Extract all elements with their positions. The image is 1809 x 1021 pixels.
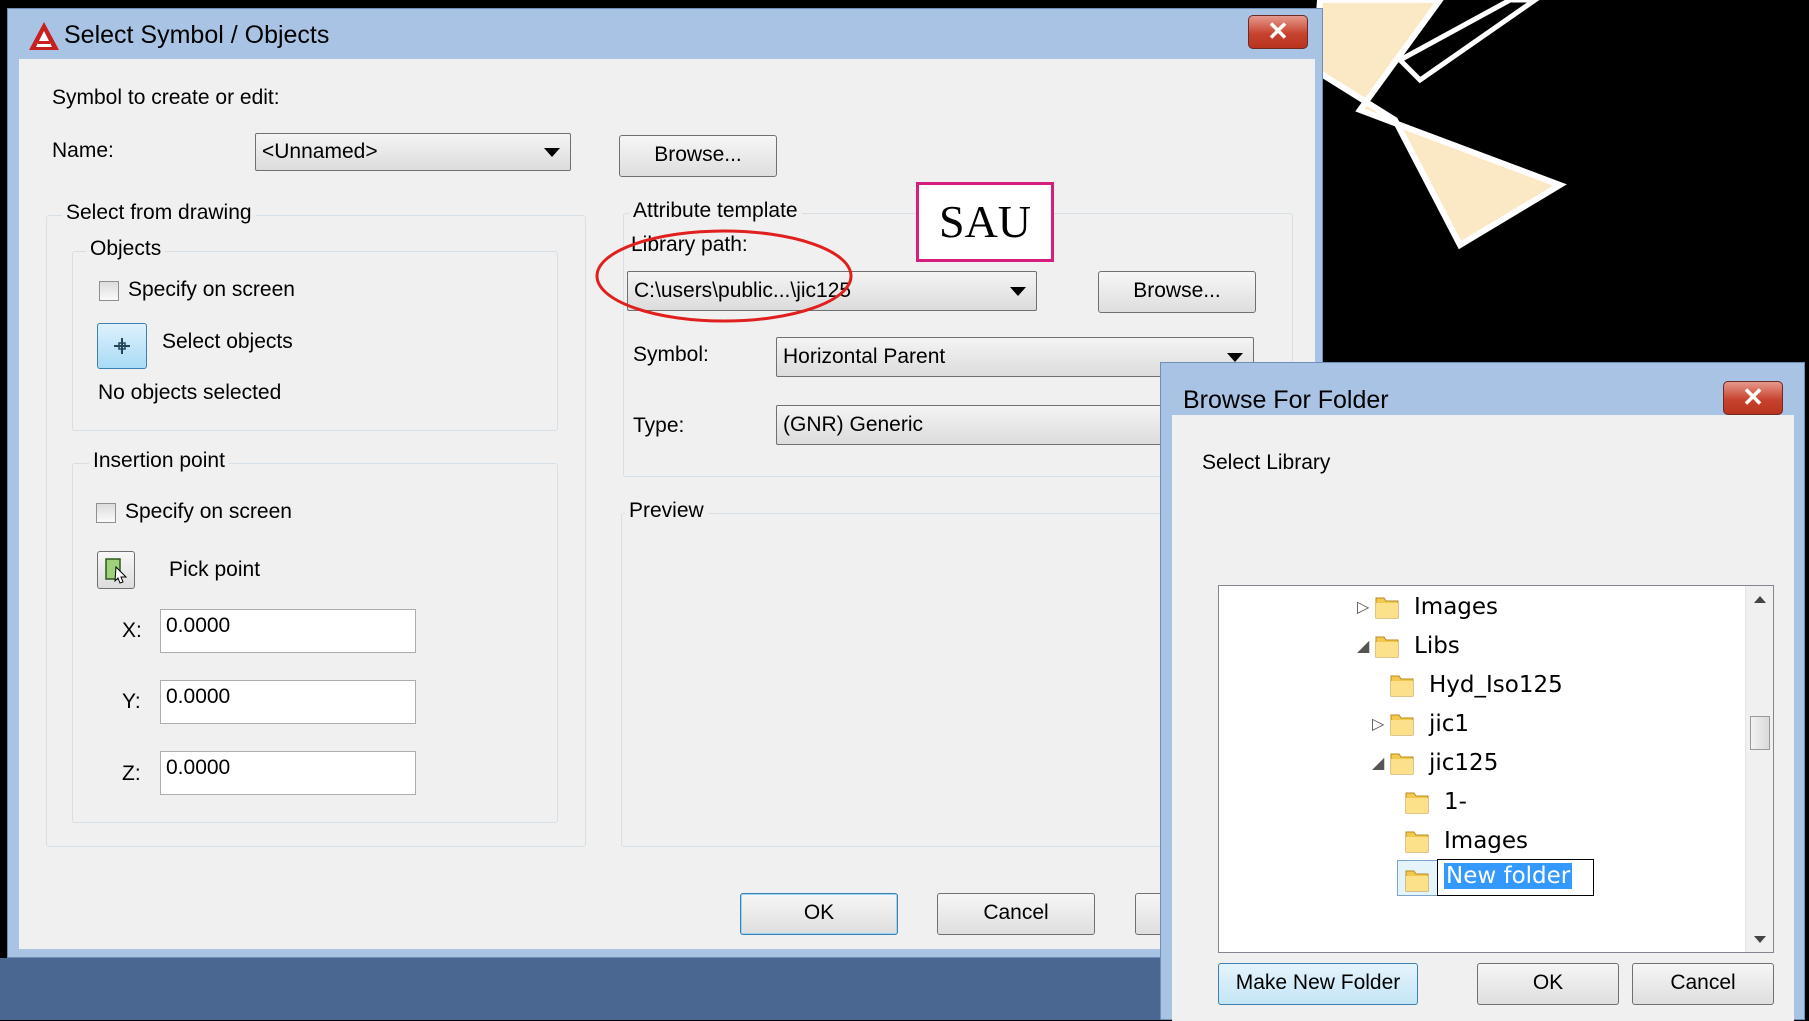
- y-field[interactable]: 0.0000: [160, 680, 416, 724]
- dialog-title: Select Symbol / Objects: [64, 21, 330, 49]
- insertion-point-title: Insertion point: [89, 449, 229, 473]
- pick-point-icon: [105, 558, 128, 584]
- folder-ok-label: OK: [1532, 971, 1564, 994]
- tree-label: Images: [1414, 594, 1499, 620]
- make-new-folder-button[interactable]: Make New Folder: [1218, 963, 1418, 1005]
- chevron-down-icon: [544, 148, 560, 157]
- insertion-specify-checkbox[interactable]: [96, 503, 116, 523]
- symbol-value: Horizontal Parent: [783, 345, 946, 368]
- folder-icon: [1390, 753, 1414, 775]
- collapse-icon[interactable]: ◢: [1372, 753, 1384, 772]
- pick-point-label: Pick point: [169, 558, 261, 581]
- tree-label: jic1: [1429, 711, 1470, 737]
- type-label: Type:: [633, 414, 685, 437]
- tree-label: Hyd_Iso125: [1429, 672, 1563, 698]
- objects-title: Objects: [86, 237, 166, 261]
- folder-icon: [1405, 870, 1429, 892]
- tree-row[interactable]: ◢ jic125: [1219, 742, 1739, 782]
- tree-scrollbar[interactable]: [1745, 586, 1773, 952]
- select-from-drawing-title: Select from drawing: [62, 201, 256, 225]
- tree-row[interactable]: Hyd_Iso125: [1219, 664, 1739, 704]
- folder-icon: [1405, 792, 1429, 814]
- z-label: Z:: [122, 762, 141, 785]
- name-value: <Unnamed>: [262, 140, 378, 163]
- folder-icon: [1375, 597, 1399, 619]
- tree-row[interactable]: ▷ jic1: [1219, 703, 1739, 743]
- rename-text: New folder: [1444, 863, 1573, 889]
- type-dropdown[interactable]: (GNR) Generic: [776, 405, 1176, 445]
- x-label: X:: [122, 619, 142, 642]
- folder-dialog-title: Browse For Folder: [1183, 386, 1389, 414]
- folder-ok-button[interactable]: OK: [1477, 963, 1619, 1005]
- ok-button[interactable]: OK: [740, 893, 898, 935]
- collapse-icon[interactable]: ◢: [1357, 636, 1369, 655]
- expand-icon[interactable]: ▷: [1372, 714, 1384, 733]
- browse-for-folder-dialog: Browse For Folder ✕ Select Library ▷ Ima…: [1160, 362, 1805, 1021]
- rename-field[interactable]: New folder: [1437, 859, 1594, 896]
- objects-specify-label: Specify on screen: [128, 278, 295, 301]
- folder-cancel-button[interactable]: Cancel: [1632, 963, 1774, 1005]
- folder-icon: [1390, 675, 1414, 697]
- attribute-template-title: Attribute template: [629, 199, 802, 223]
- browse-name-button[interactable]: Browse...: [619, 135, 777, 177]
- type-value: (GNR) Generic: [783, 413, 924, 436]
- folder-cancel-label: Cancel: [1670, 971, 1736, 994]
- folder-icon: [1375, 636, 1399, 658]
- scroll-down-icon[interactable]: [1754, 936, 1766, 943]
- decorative-graphic: [1311, 0, 1567, 250]
- expand-icon[interactable]: ▷: [1357, 597, 1369, 616]
- tree-label: 1-: [1444, 789, 1467, 815]
- objects-specify-checkbox[interactable]: [99, 281, 119, 301]
- tree-label: jic125: [1429, 750, 1499, 776]
- cancel-label: Cancel: [983, 901, 1049, 924]
- folder-icon: [1390, 714, 1414, 736]
- tree-row[interactable]: ▷ Images: [1219, 586, 1739, 626]
- tree-label: Libs: [1414, 633, 1460, 659]
- pick-point-button[interactable]: [97, 551, 135, 589]
- desktop-background: [0, 958, 1180, 1020]
- highlight-ellipse: [595, 229, 853, 323]
- close-icon: ✕: [1742, 382, 1764, 412]
- tree-row[interactable]: 1-: [1219, 781, 1739, 821]
- select-library-prompt: Select Library: [1202, 451, 1331, 474]
- close-button[interactable]: ✕: [1248, 15, 1308, 49]
- folder-icon: [1405, 831, 1429, 853]
- cancel-button[interactable]: Cancel: [937, 893, 1095, 935]
- title-bar[interactable]: Select Symbol / Objects ✕: [8, 9, 1322, 59]
- objects-status: No objects selected: [98, 381, 282, 404]
- autocad-app-icon: [29, 22, 59, 50]
- symbol-prompt: Symbol to create or edit:: [52, 86, 280, 109]
- tree-label: Images: [1444, 828, 1529, 854]
- insertion-specify-label: Specify on screen: [125, 500, 292, 523]
- folder-tree[interactable]: ▷ Images ◢ Libs Hyd_Iso125 ▷ jic1 ◢ jic1…: [1218, 585, 1774, 953]
- crosshair-icon: [114, 338, 130, 354]
- browse-library-label: Browse...: [1133, 279, 1221, 302]
- scroll-up-icon[interactable]: [1754, 596, 1766, 603]
- chevron-down-icon: [1227, 353, 1243, 362]
- x-field[interactable]: 0.0000: [160, 609, 416, 653]
- symbol-label: Symbol:: [633, 343, 709, 366]
- select-objects-label: Select objects: [162, 330, 293, 353]
- tree-row[interactable]: ◢ Libs: [1219, 625, 1739, 665]
- select-objects-button[interactable]: [97, 323, 147, 369]
- folder-close-button[interactable]: ✕: [1723, 381, 1783, 415]
- z-field[interactable]: 0.0000: [160, 751, 416, 795]
- browse-label: Browse...: [654, 143, 742, 166]
- dialog-client-area: Symbol to create or edit: Name: <Unnamed…: [19, 59, 1315, 949]
- y-label: Y:: [122, 690, 141, 713]
- name-label: Name:: [52, 139, 114, 162]
- browse-library-button[interactable]: Browse...: [1098, 271, 1256, 313]
- chevron-down-icon: [1010, 287, 1026, 296]
- ok-label: OK: [803, 901, 835, 924]
- folder-dialog-client: Select Library ▷ Images ◢ Libs Hyd_Iso12…: [1172, 415, 1794, 1021]
- tree-row[interactable]: Images: [1219, 820, 1739, 860]
- preview-title: Preview: [625, 499, 708, 523]
- select-symbol-dialog: Select Symbol / Objects ✕ Symbol to crea…: [7, 8, 1323, 958]
- sau-annotation-box: SAU: [916, 182, 1054, 262]
- tree-row-selected[interactable]: New folder: [1219, 859, 1739, 899]
- make-new-folder-label: Make New Folder: [1235, 971, 1401, 994]
- name-dropdown[interactable]: <Unnamed>: [255, 133, 571, 171]
- close-icon: ✕: [1267, 16, 1289, 46]
- scroll-thumb[interactable]: [1750, 716, 1770, 750]
